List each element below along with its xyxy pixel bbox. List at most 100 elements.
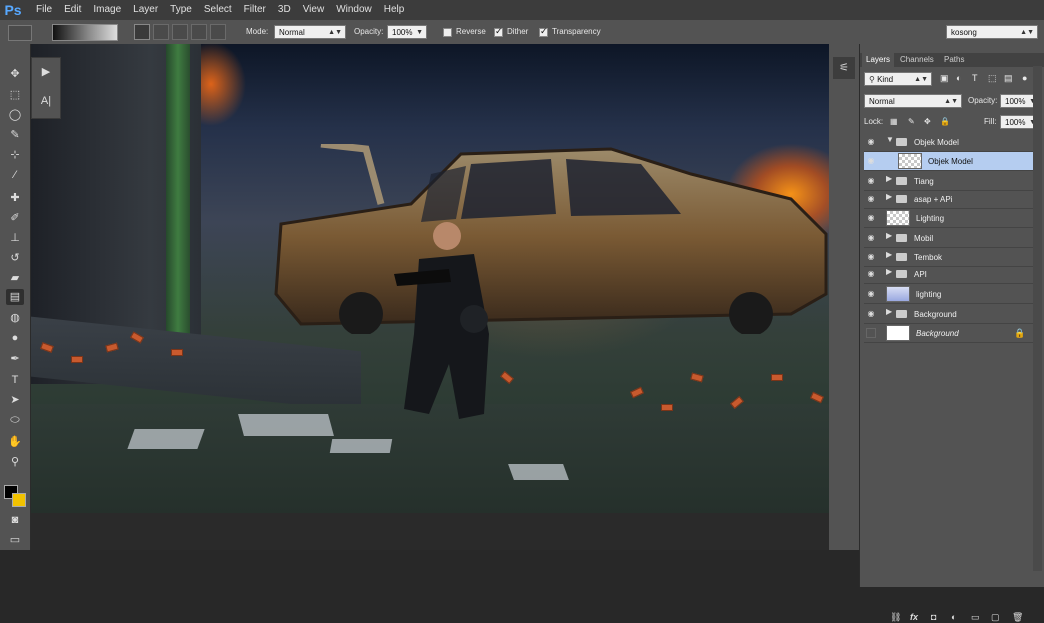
character-panel-icon[interactable]: A| [37, 95, 55, 111]
fx-icon[interactable]: fx [910, 612, 918, 622]
screen-mode-icon[interactable]: ▭ [6, 532, 24, 548]
menu-view[interactable]: View [297, 0, 331, 20]
tab-channels[interactable]: Channels [896, 53, 938, 67]
new-layer-icon[interactable]: ▢ [991, 612, 1000, 623]
filter-pixel-icon[interactable]: ▣ [940, 71, 949, 85]
path-selection-tool-icon[interactable]: ➤ [6, 392, 24, 408]
tab-paths[interactable]: Paths [940, 53, 968, 67]
brush-tool-icon[interactable]: ✐ [6, 210, 24, 226]
menu-image[interactable]: Image [87, 0, 127, 20]
layers-scrollbar[interactable] [1033, 66, 1042, 571]
linear-gradient-button[interactable] [134, 24, 150, 40]
menu-edit[interactable]: Edit [58, 0, 87, 20]
ellipse-tool-icon[interactable]: ⬭ [6, 412, 24, 428]
chevron-right-icon[interactable]: ▶ [886, 250, 892, 259]
play-actions-icon[interactable]: ▶ [37, 65, 55, 81]
chevron-right-icon[interactable]: ▶ [886, 267, 892, 276]
menu-file[interactable]: File [30, 0, 58, 20]
reverse-checkbox[interactable] [443, 28, 452, 37]
layer-filter-select[interactable]: ⚲ Kind ▲▼ [864, 72, 932, 86]
eyedropper-tool-icon[interactable]: ⁄ [6, 167, 24, 183]
chevron-right-icon[interactable]: ▶ [886, 307, 892, 316]
eye-icon[interactable]: ◉ [866, 137, 876, 147]
filter-adjustment-icon[interactable]: ◐ [956, 71, 961, 85]
lock-all-icon[interactable]: 🔒 [940, 115, 950, 129]
layer-row-objek-model[interactable]: ◉ Objek Model [864, 152, 1034, 171]
type-tool-icon[interactable]: T [6, 372, 24, 388]
history-brush-tool-icon[interactable]: ↺ [6, 250, 24, 266]
link-icon[interactable]: ⛓ [890, 612, 901, 623]
clone-stamp-tool-icon[interactable]: ⊥ [6, 230, 24, 246]
gradient-tool-preset-icon[interactable] [8, 25, 32, 41]
filter-type-icon[interactable]: T [972, 71, 978, 85]
chevron-right-icon[interactable]: ▶ [886, 174, 892, 183]
menu-help[interactable]: Help [378, 0, 411, 20]
layer-row-mobil[interactable]: ◉ ▶ Mobil [864, 229, 1034, 248]
tab-layers[interactable]: Layers [862, 53, 895, 67]
eye-hidden-icon[interactable] [866, 328, 876, 338]
pen-tool-icon[interactable]: ✒ [6, 351, 24, 367]
gradient-picker[interactable] [52, 24, 118, 41]
eraser-tool-icon[interactable]: ▰ [6, 270, 24, 286]
adjustment-icon[interactable]: ◐ [951, 612, 956, 622]
eye-icon[interactable]: ◉ [866, 252, 876, 262]
dodge-tool-icon[interactable]: ● [6, 330, 24, 346]
menu-3d[interactable]: 3D [272, 0, 297, 20]
eye-icon[interactable]: ◉ [866, 156, 876, 166]
layer-row-background-group[interactable]: ◉ ▶ Background [864, 305, 1034, 324]
quick-mask-icon[interactable]: ◙ [6, 512, 24, 528]
menu-filter[interactable]: Filter [238, 0, 272, 20]
eye-icon[interactable]: ◉ [866, 194, 876, 204]
move-tool-icon[interactable]: ✥ [6, 66, 24, 82]
eye-icon[interactable]: ◉ [866, 269, 876, 279]
blur-tool-icon[interactable]: ◍ [6, 310, 24, 326]
healing-brush-tool-icon[interactable]: ✚ [6, 190, 24, 206]
filter-toggle-icon[interactable]: ● [1022, 71, 1027, 85]
menu-select[interactable]: Select [198, 0, 238, 20]
mask-icon[interactable]: ◘ [931, 612, 936, 622]
diamond-gradient-button[interactable] [210, 24, 226, 40]
lock-transparent-icon[interactable]: ▦ [890, 115, 898, 129]
chevron-right-icon[interactable]: ▶ [886, 192, 892, 201]
transparency-checkbox[interactable] [539, 26, 548, 37]
layer-row-asap-api[interactable]: ◉ ▶ asap + APi [864, 190, 1034, 209]
lasso-tool-icon[interactable]: ◯ [6, 107, 24, 123]
chevron-down-icon[interactable]: ▼ [886, 135, 894, 144]
menu-window[interactable]: Window [330, 0, 378, 20]
gradient-tool-icon[interactable]: ▤ [6, 289, 24, 305]
lock-pixels-icon[interactable]: ✎ [908, 115, 915, 129]
filter-smart-object-icon[interactable]: ▤ [1004, 71, 1013, 85]
filter-shape-icon[interactable]: ⬚ [988, 71, 997, 85]
layer-row-tiang[interactable]: ◉ ▶ Tiang [864, 172, 1034, 191]
eye-icon[interactable]: ◉ [866, 213, 876, 223]
hand-tool-icon[interactable]: ✋ [6, 434, 24, 450]
layer-row-lighting-2[interactable]: ◉ lighting [864, 285, 1034, 304]
workspace-select[interactable]: kosong ▲▼ [946, 25, 1038, 39]
layer-row-api[interactable]: ◉ ▶ API [864, 265, 1034, 284]
menu-type[interactable]: Type [164, 0, 198, 20]
layer-row-objek-model-group[interactable]: ◉ ▼ Objek Model [864, 133, 1034, 152]
zoom-tool-icon[interactable]: ⚲ [6, 454, 24, 470]
dither-checkbox[interactable] [494, 26, 503, 37]
radial-gradient-button[interactable] [153, 24, 169, 40]
group-icon[interactable]: ▭ [971, 612, 980, 623]
marquee-tool-icon[interactable]: ⬚ [6, 87, 24, 103]
lock-position-icon[interactable]: ✥ [924, 115, 931, 129]
eye-icon[interactable]: ◉ [866, 289, 876, 299]
angle-gradient-button[interactable] [172, 24, 188, 40]
background-color-swatch[interactable] [12, 493, 26, 507]
menu-layer[interactable]: Layer [127, 0, 164, 20]
eye-icon[interactable]: ◉ [866, 309, 876, 319]
properties-panel-icon[interactable]: ⚟ [833, 57, 855, 79]
eye-icon[interactable]: ◉ [866, 233, 876, 243]
reflected-gradient-button[interactable] [191, 24, 207, 40]
layer-row-lighting[interactable]: ◉ Lighting [864, 209, 1034, 228]
crop-tool-icon[interactable]: ⊹ [6, 147, 24, 163]
trash-icon[interactable]: 🗑 [1012, 612, 1023, 623]
eye-icon[interactable]: ◉ [866, 176, 876, 186]
document-canvas[interactable] [31, 44, 859, 513]
opacity-field[interactable]: 100% ▼ [387, 25, 427, 39]
chevron-right-icon[interactable]: ▶ [886, 231, 892, 240]
layer-row-background[interactable]: Background 🔒 [864, 324, 1034, 343]
quick-select-tool-icon[interactable]: ✎ [6, 127, 24, 143]
